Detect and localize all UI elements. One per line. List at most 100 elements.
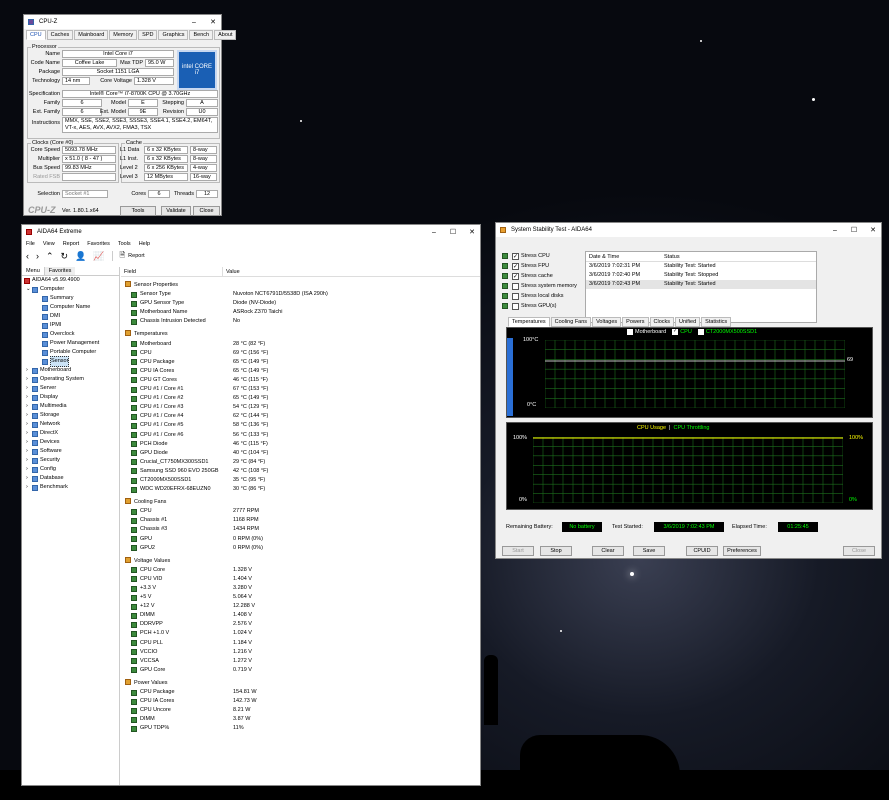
sensor-row[interactable]: GPU2 0 RPM (0%) (125, 544, 480, 553)
tab-cooling-fans[interactable]: Cooling Fans (550, 317, 592, 327)
tree-item[interactable]: Computer Name (22, 303, 119, 312)
sensor-row[interactable]: Motherboard Name ASRock Z370 Taichi (125, 308, 480, 317)
sensor-row[interactable]: DIMM 1.408 V (125, 611, 480, 620)
sensor-row[interactable]: +3.3 V 3.280 V (125, 584, 480, 593)
sensor-row[interactable]: CPU Package 65 °C (149 °F) (125, 358, 480, 367)
clear-button[interactable]: Clear (592, 546, 624, 556)
minimize-button[interactable]: – (426, 229, 442, 236)
tree-item[interactable]: DMI (22, 312, 119, 321)
tab-unified[interactable]: Unified (675, 317, 701, 327)
close-button[interactable]: ✕ (205, 18, 221, 26)
tab-menu[interactable]: Menu (22, 267, 45, 275)
log-row[interactable]: 3/6/2019 7:02:31 PM Stability Test: Start… (586, 262, 816, 271)
tree-item[interactable]: AIDA64 v5.99.4900 (22, 276, 119, 285)
close-button[interactable]: Close (193, 206, 220, 216)
tree-item[interactable]: › Software (22, 447, 119, 456)
stress-option[interactable]: ✓ Stress CPU (502, 251, 577, 261)
tab-clocks[interactable]: Clocks (649, 317, 675, 327)
tree-item[interactable]: › Storage (22, 411, 119, 420)
tree-item[interactable]: Power Management (22, 339, 119, 348)
sensor-row[interactable]: GPU Sensor Type Diode (NV-Diode) (125, 299, 480, 308)
menu-file[interactable]: File (26, 241, 35, 247)
sensor-row[interactable]: GPU Core 0.719 V (125, 666, 480, 675)
tree-item[interactable]: › Database (22, 474, 119, 483)
legend-item[interactable]: ✓ CPU (672, 329, 692, 335)
tree-item[interactable]: › Multimedia (22, 402, 119, 411)
sensor-row[interactable]: PCH Diode 46 °C (115 °F) (125, 440, 480, 449)
sensor-row[interactable]: CPU Package 154.81 W (125, 688, 480, 697)
maximize-button[interactable]: ☐ (445, 228, 461, 236)
legend-item[interactable]: Motherboard (627, 329, 666, 335)
sensor-row[interactable]: GPU Diode 40 °C (104 °F) (125, 449, 480, 458)
sensor-row[interactable]: CPU #1 / Core #4 62 °C (144 °F) (125, 412, 480, 421)
sensor-row[interactable]: +12 V 12.288 V (125, 602, 480, 611)
stress-checkbox[interactable]: ✓ (512, 262, 519, 270)
sensor-row[interactable]: CT2000MX500SSD1 35 °C (95 °F) (125, 476, 480, 485)
column-field[interactable]: Field (121, 267, 223, 276)
menu-report[interactable]: Report (63, 241, 80, 247)
minimize-button[interactable]: – (827, 227, 843, 234)
sensor-row[interactable]: Samsung SSD 960 EVO 250GB 42 °C (108 °F) (125, 467, 480, 476)
sensor-row[interactable]: Sensor Type Nuvoton NCT6791D/5538D (ISA 2… (125, 290, 480, 299)
stress-option[interactable]: Stress local disks (502, 291, 577, 301)
sensor-row[interactable]: WDC WD20EFRX-68EUZN0 30 °C (86 °F) (125, 485, 480, 494)
sensor-row[interactable]: +5 V 5.064 V (125, 593, 480, 602)
sensor-row[interactable]: CPU GT Cores 46 °C (115 °F) (125, 376, 480, 385)
menu-favorites[interactable]: Favorites (87, 241, 110, 247)
sensor-row[interactable]: Crucial_CT750MX300SSD1 29 °C (84 °F) (125, 458, 480, 467)
stress-option[interactable]: Stress system memory (502, 281, 577, 291)
log-row[interactable]: 3/6/2019 7:02:43 PM Stability Test: Start… (586, 280, 816, 289)
sensor-row[interactable]: CPU #1 / Core #3 54 °C (129 °F) (125, 403, 480, 412)
tab-favorites[interactable]: Favorites (44, 267, 76, 275)
stress-option[interactable]: ✓ Stress cache (502, 271, 577, 281)
column-value[interactable]: Value (223, 267, 240, 276)
tab-temperatures[interactable]: Temperatures (508, 317, 550, 327)
save-button[interactable]: Save (633, 546, 665, 556)
stress-checkbox[interactable] (512, 282, 519, 290)
back-icon[interactable]: ‹ (26, 251, 29, 261)
tab-spd[interactable]: SPD (138, 30, 158, 40)
minimize-button[interactable]: – (186, 19, 202, 26)
sensor-row[interactable]: CPU 69 °C (156 °F) (125, 349, 480, 358)
sensor-row[interactable]: VCCSA 1.272 V (125, 657, 480, 666)
sensor-row[interactable]: Chassis #1 1168 RPM (125, 516, 480, 525)
stress-checkbox[interactable]: ✓ (512, 272, 519, 280)
tree-item[interactable]: › DirectX (22, 429, 119, 438)
sensor-row[interactable]: CPU #1 / Core #5 58 °C (136 °F) (125, 421, 480, 430)
sensor-row[interactable]: CPU #1 / Core #1 67 °C (153 °F) (125, 385, 480, 394)
preferences-button[interactable]: Preferences (723, 546, 761, 556)
report-button[interactable]: Report (128, 253, 145, 259)
validate-button[interactable]: Validate (161, 206, 191, 216)
tree-item[interactable]: › Network (22, 420, 119, 429)
tree-item[interactable]: › Operating System (22, 375, 119, 384)
tab-statistics[interactable]: Statistics (701, 317, 732, 327)
stress-checkbox[interactable] (512, 292, 519, 300)
close-button[interactable]: ✕ (865, 226, 881, 234)
sensor-row[interactable]: Motherboard 28 °C (82 °F) (125, 340, 480, 349)
tree-item[interactable]: › Security (22, 456, 119, 465)
sensor-row[interactable]: CPU #1 / Core #6 56 °C (133 °F) (125, 431, 480, 440)
tools-button[interactable]: Tools (120, 206, 156, 216)
tree-item[interactable]: Portable Computer (22, 348, 119, 357)
tab-voltages[interactable]: Voltages (592, 317, 622, 327)
tree-item[interactable]: ⌄ Computer (22, 285, 119, 294)
sensor-row[interactable]: CPU Uncore 8.21 W (125, 706, 480, 715)
sensor-row[interactable]: CPU PLL 1.184 V (125, 639, 480, 648)
sensor-row[interactable]: CPU 2777 RPM (125, 507, 480, 516)
sensor-row[interactable]: GPU TDP% 11% (125, 724, 480, 733)
tree-item[interactable]: › Config (22, 465, 119, 474)
sensor-row[interactable]: DIMM 3.87 W (125, 715, 480, 724)
refresh-icon[interactable]: ↻ (61, 251, 69, 262)
tree-item[interactable]: › Motherboard (22, 366, 119, 375)
tab-cpu[interactable]: CPU (26, 30, 46, 40)
menu-tools[interactable]: Tools (118, 241, 131, 247)
sensor-row[interactable]: CPU #1 / Core #2 65 °C (149 °F) (125, 394, 480, 403)
sensor-row[interactable]: PCH +1.0 V 1.024 V (125, 629, 480, 638)
tab-powers[interactable]: Powers (622, 317, 649, 327)
up-icon[interactable]: ⌃ (46, 251, 54, 262)
sensor-row[interactable]: CPU VID 1.404 V (125, 575, 480, 584)
socket-select[interactable]: Socket #1 (62, 190, 108, 198)
stress-checkbox[interactable]: ✓ (512, 252, 519, 260)
stop-button[interactable]: Stop (540, 546, 572, 556)
menu-help[interactable]: Help (139, 241, 150, 247)
